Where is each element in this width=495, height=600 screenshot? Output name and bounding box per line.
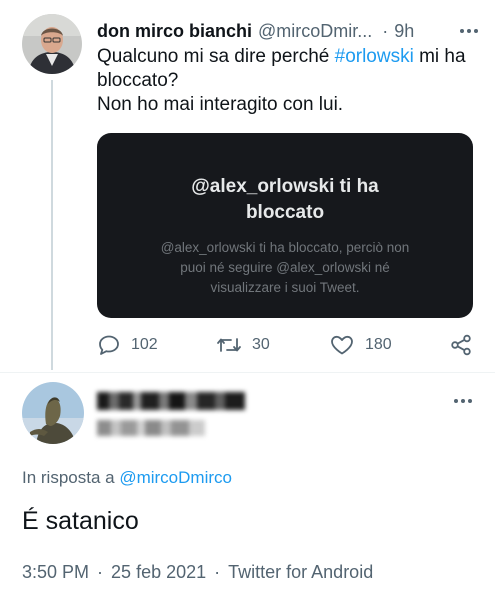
in-reply-mention-link[interactable]: @mircoDmirco (119, 468, 232, 487)
card-body-line: puoi né seguire @alex_orlowski né (180, 260, 390, 275)
like-icon (329, 333, 355, 357)
reply-author-handle-redacted[interactable] (97, 420, 205, 436)
tweet-text-segment: Qualcuno mi sa dire perché (97, 46, 335, 67)
meta-separator: · (214, 562, 221, 582)
share-button[interactable] (449, 330, 473, 360)
tweet-header: don mirco bianchi @mircoDmir... · 9h (97, 18, 482, 44)
card-body: @alex_orlowski ti ha bloccato, perciò no… (135, 238, 435, 298)
hashtag-link[interactable]: #orlowski (335, 46, 414, 67)
tweet-source[interactable]: Twitter for Android (228, 562, 373, 582)
reply-count: 102 (131, 336, 158, 353)
tweet-text-line-2: bloccato? (97, 70, 179, 91)
card-title: @alex_orlowski ti ha bloccato (117, 174, 453, 226)
tweet-time[interactable]: 9h (394, 21, 414, 42)
author-handle[interactable]: @mircoDmir... (258, 21, 372, 42)
parent-tweet[interactable]: don mirco bianchi @mircoDmir... · 9h Qua… (0, 0, 495, 372)
like-button[interactable]: 180 (329, 330, 392, 360)
reply-icon (97, 333, 121, 357)
blocked-notice-card[interactable]: @alex_orlowski ti ha bloccato @alex_orlo… (97, 133, 473, 318)
card-body-line: visualizzare i suoi Tweet. (210, 280, 360, 295)
tweet-date[interactable]: 25 feb 2021 (111, 562, 206, 582)
like-count: 180 (365, 336, 392, 353)
header-separator: · (382, 20, 389, 41)
reply-button[interactable]: 102 (97, 330, 158, 360)
tweet-text-line-3: Non ho mai interagito con lui. (97, 94, 344, 115)
in-reply-prefix: In risposta a (22, 468, 120, 487)
tweet-meta: 3:50 PM · 25 feb 2021 · Twitter for Android (22, 562, 373, 583)
retweet-count: 30 (252, 336, 270, 353)
card-title-line: bloccato (245, 202, 325, 223)
card-title-line: @alex_orlowski ti ha (191, 176, 379, 197)
reply-tweet-text: É satanico (22, 507, 139, 535)
more-dots-icon[interactable] (450, 392, 476, 410)
tweet-text-line-1: Qualcuno mi sa dire perché #orlowski mi … (97, 45, 482, 69)
meta-separator: · (97, 562, 104, 582)
retweet-icon (216, 333, 242, 357)
reply-author-name-redacted[interactable] (97, 392, 245, 410)
reply-author-avatar[interactable] (22, 382, 84, 444)
retweet-button[interactable]: 30 (216, 330, 270, 360)
card-body-line: @alex_orlowski ti ha bloccato, perciò no… (160, 240, 410, 255)
tweet-actions: 102 30 180 (97, 330, 482, 360)
tweet-text-segment: mi ha (413, 46, 466, 67)
more-dots-icon[interactable] (456, 20, 482, 42)
author-name[interactable]: don mirco bianchi (97, 21, 252, 42)
author-avatar[interactable] (22, 14, 82, 74)
in-reply-to: In risposta a @mircoDmirco (22, 468, 232, 488)
tweet-text: Qualcuno mi sa dire perché #orlowski mi … (97, 45, 482, 117)
tweet-timestamp[interactable]: 3:50 PM (22, 562, 89, 582)
tweet-divider (0, 372, 495, 373)
thread-connector-line (51, 80, 53, 370)
share-icon (449, 333, 473, 357)
